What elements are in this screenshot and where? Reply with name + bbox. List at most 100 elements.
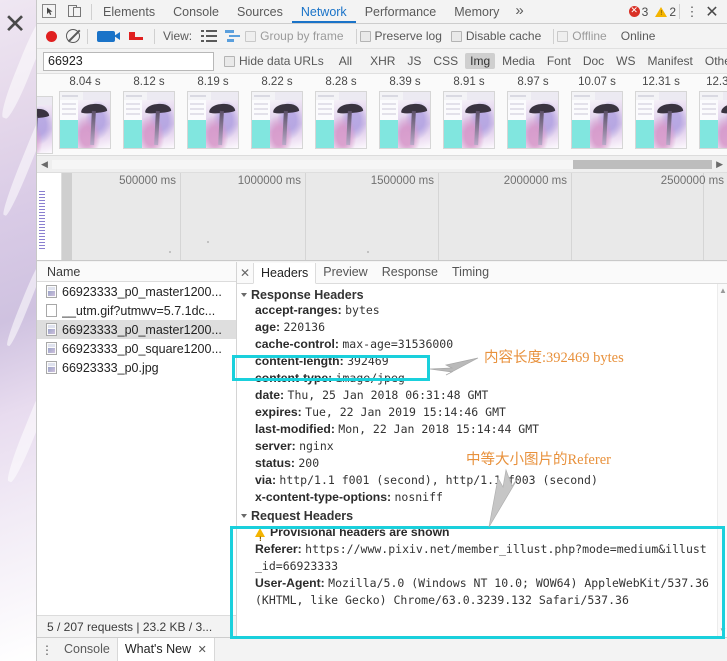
filter-type-css[interactable]: CSS — [428, 53, 463, 69]
tab-response[interactable]: Response — [375, 262, 445, 283]
close-icon[interactable]: ✕ — [198, 643, 207, 656]
request-headers-section-title[interactable]: Request Headers — [237, 509, 727, 523]
screenshot-thumbnail[interactable] — [379, 91, 431, 149]
header-name: x-content-type-options: — [255, 490, 392, 504]
screenshot-thumbnail[interactable] — [123, 91, 175, 149]
scroll-down-arrow[interactable]: ▼ — [719, 626, 727, 635]
table-row[interactable]: 66923333_p0.jpg — [37, 358, 236, 377]
tab-timing[interactable]: Timing — [445, 262, 496, 283]
filter-type-all[interactable]: All — [334, 53, 357, 69]
table-row[interactable]: 66923333_p0_master1200... — [37, 282, 236, 301]
tab-sources[interactable]: Sources — [228, 0, 292, 23]
network-toolbar: View: Group by frame Preserve log Disabl… — [37, 24, 727, 49]
overview-scrollbar[interactable]: ◀ ▶ — [37, 156, 727, 173]
funnel-icon[interactable] — [129, 32, 145, 40]
table-row[interactable]: 66923333_p0_master1200... — [37, 320, 236, 339]
list-view-icon[interactable] — [201, 30, 218, 42]
more-tabs-button[interactable]: » — [508, 0, 530, 23]
drawer-tab-whats-new[interactable]: What's New ✕ — [116, 638, 215, 661]
warning-count: 2 — [669, 4, 676, 19]
image-file-icon — [46, 323, 57, 336]
tab-preview[interactable]: Preview — [316, 262, 374, 283]
image-file-icon — [46, 342, 57, 355]
screenshot-thumbnail[interactable] — [507, 91, 559, 149]
filmstrip-frame[interactable]: 12.31 s — [629, 74, 693, 155]
screenshot-thumbnail[interactable] — [251, 91, 303, 149]
filmstrip-frame[interactable]: 8.91 s — [437, 74, 501, 155]
filmstrip-frame[interactable]: 8.28 s — [309, 74, 373, 155]
kebab-menu-button[interactable]: ⋮ — [683, 4, 701, 20]
header-name: age: — [255, 320, 281, 334]
tab-headers[interactable]: Headers — [253, 262, 317, 284]
filmstrip-frame[interactable]: 8.19 s — [181, 74, 245, 155]
section-label: Request Headers — [251, 509, 354, 523]
header-name: status: — [255, 456, 295, 470]
detail-scrollbar[interactable]: ▲ ▼ — [717, 284, 727, 637]
throttling-select[interactable]: Online — [621, 29, 656, 43]
frame-timestamp: 8.91 s — [453, 76, 485, 88]
preserve-log-checkbox[interactable]: Preserve log — [359, 29, 442, 43]
screenshot-thumbnail[interactable] — [187, 91, 239, 149]
screenshot-thumbnail[interactable] — [443, 91, 495, 149]
group-by-frame-checkbox[interactable]: Group by frame — [245, 29, 344, 43]
tab-memory[interactable]: Memory — [445, 0, 508, 23]
filmstrip-frame[interactable]: 8.97 s — [501, 74, 565, 155]
scroll-right-arrow[interactable]: ▶ — [712, 159, 727, 170]
drawer-tab-console[interactable]: Console — [57, 638, 117, 661]
screenshot-thumbnail[interactable] — [699, 91, 727, 149]
offline-checkbox[interactable]: Offline — [557, 29, 607, 43]
search-input[interactable] — [43, 51, 214, 71]
scrollbar-track[interactable] — [51, 159, 713, 169]
filter-type-ws[interactable]: WS — [611, 53, 640, 69]
filter-type-other[interactable]: Other — [700, 53, 727, 69]
network-overview[interactable]: 500000 ms 1000000 ms 1500000 ms 2000000 … — [37, 173, 727, 261]
filter-type-manifest[interactable]: Manifest — [643, 53, 698, 69]
filter-type-xhr[interactable]: XHR — [365, 53, 400, 69]
record-icon[interactable] — [46, 30, 57, 42]
header-name: server: — [255, 439, 296, 453]
table-row[interactable]: 66923333_p0_square1200... — [37, 339, 236, 358]
overview-selection-window[interactable] — [62, 173, 72, 260]
filmstrip-frame[interactable]: 8.12 s — [117, 74, 181, 155]
filter-type-font[interactable]: Font — [542, 53, 576, 69]
filmstrip-frame[interactable]: 8.39 s — [373, 74, 437, 155]
screenshot-thumbnail[interactable] — [635, 91, 687, 149]
filter-type-img[interactable]: Img — [465, 53, 496, 69]
tab-elements[interactable]: Elements — [94, 0, 164, 23]
cursor-icon[interactable] — [37, 0, 63, 23]
screenshot-thumbnail[interactable] — [59, 91, 111, 149]
waterfall-view-icon[interactable] — [225, 30, 241, 42]
filmstrip-frame-partial[interactable] — [37, 74, 53, 155]
filmstrip-frame[interactable]: 8.04 s — [53, 74, 117, 155]
filmstrip-frame[interactable]: 12.32 s — [693, 74, 727, 155]
filmstrip-frame[interactable]: 8.22 s — [245, 74, 309, 155]
tab-network[interactable]: Network — [292, 0, 356, 23]
response-headers-section-title[interactable]: Response Headers — [237, 288, 727, 302]
devtools-close-button[interactable]: ✕ — [701, 2, 723, 21]
request-name: __utm.gif?utmwv=5.7.1dc... — [62, 303, 216, 318]
disable-cache-checkbox[interactable]: Disable cache — [450, 29, 541, 43]
screenshot-thumbnail[interactable] — [37, 96, 53, 154]
close-icon[interactable]: ✕ — [237, 266, 253, 280]
column-header-name[interactable]: Name — [37, 262, 236, 282]
filter-type-doc[interactable]: Doc — [578, 53, 609, 69]
device-toggle-icon[interactable] — [63, 0, 89, 23]
kebab-menu-button[interactable]: ⋮ — [37, 643, 57, 657]
scrollbar-thumb[interactable] — [573, 159, 713, 169]
scroll-left-arrow[interactable]: ◀ — [37, 159, 52, 170]
clear-icon[interactable] — [66, 29, 80, 43]
filter-type-js[interactable]: JS — [402, 53, 426, 69]
filmstrip-frame[interactable]: 10.07 s — [565, 74, 629, 155]
screenshot-thumbnail[interactable] — [571, 91, 623, 149]
screenshot-thumbnail[interactable] — [315, 91, 367, 149]
camera-icon[interactable] — [97, 30, 120, 42]
tab-performance[interactable]: Performance — [356, 0, 446, 23]
filter-type-media[interactable]: Media — [497, 53, 540, 69]
hide-data-urls-checkbox[interactable]: Hide data URLs — [224, 54, 324, 68]
tab-console[interactable]: Console — [164, 0, 228, 23]
error-warning-badges[interactable]: ✕ 3 2 — [628, 4, 676, 19]
header-name: content-length: — [255, 354, 344, 368]
table-row[interactable]: __utm.gif?utmwv=5.7.1dc... — [37, 301, 236, 320]
scroll-up-arrow[interactable]: ▲ — [719, 286, 727, 295]
close-icon[interactable]: ✕ — [0, 8, 30, 42]
